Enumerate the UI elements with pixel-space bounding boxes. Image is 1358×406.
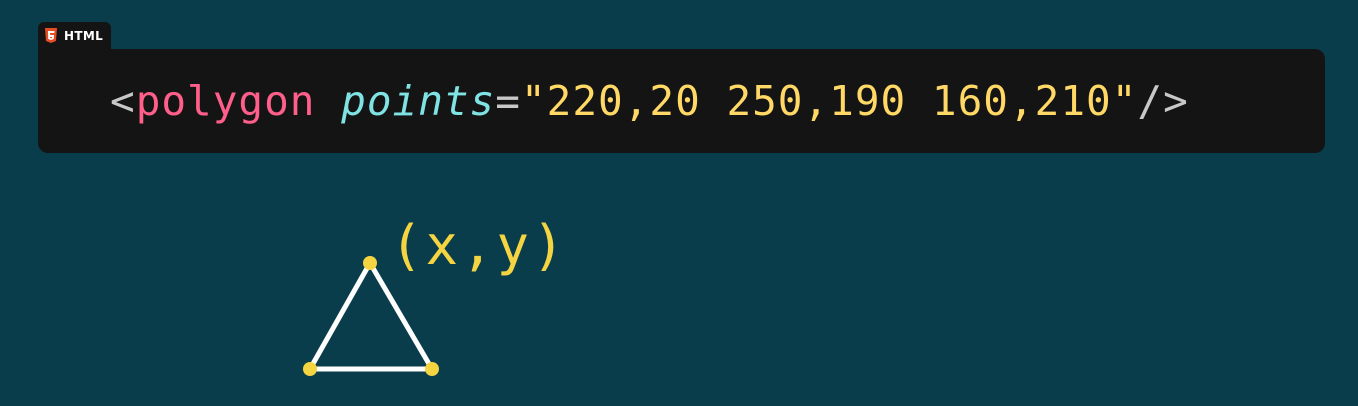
code-attribute-value: "220,20 250,190 160,210" [520, 77, 1138, 125]
code-self-close: /> [1137, 77, 1189, 125]
html5-icon [45, 28, 57, 43]
code-line: <polygon points="220,20 250,190 160,210"… [110, 77, 1189, 125]
language-label: HTML [64, 29, 104, 43]
code-equals: = [495, 77, 521, 125]
vertex-point-bottom-right [425, 362, 439, 376]
code-open-bracket: < [110, 77, 136, 125]
vertex-coordinate-label: (x,y) [390, 214, 568, 277]
vertex-point-top [363, 256, 377, 270]
vertex-point-bottom-left [303, 362, 317, 376]
code-tag-name: polygon [135, 77, 316, 125]
code-attribute-name: points [341, 77, 496, 125]
language-badge: HTML [38, 22, 112, 50]
triangle-shape [307, 260, 435, 372]
code-block: <polygon points="220,20 250,190 160,210"… [38, 49, 1325, 153]
